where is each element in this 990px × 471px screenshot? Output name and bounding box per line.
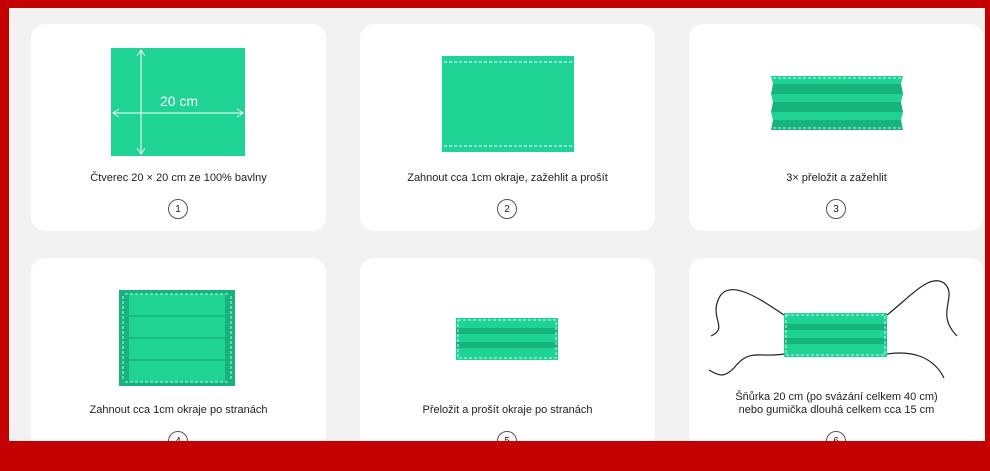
step-caption: Šňůrka 20 cm (po svázání celkem 40 cm) bbox=[735, 391, 938, 403]
step-number-badge: 5 bbox=[497, 431, 517, 441]
step-number-badge: 1 bbox=[168, 199, 188, 219]
folded-stitched-illustration bbox=[456, 318, 558, 360]
step-card-2: Zahnout cca 1cm okraje, zažehlit a proší… bbox=[360, 24, 655, 231]
step-card-4: Zahnout cca 1cm okraje po stranách 4 bbox=[31, 258, 326, 441]
step-caption: Zahnout cca 1cm okraje po stranách bbox=[89, 404, 268, 416]
step-card-6: Šňůrka 20 cm (po svázání celkem 40 cm) n… bbox=[689, 258, 984, 441]
step-card-3: 3× přeložit a zažehlit 3 bbox=[689, 24, 984, 231]
dimension-label: 20 cm bbox=[160, 93, 198, 109]
step-card-5: Přeložit a prošít okraje po stranách 5 bbox=[360, 258, 655, 441]
finished-mask-illustration bbox=[708, 280, 958, 379]
hemmed-fabric-illustration bbox=[442, 56, 574, 152]
step-caption: Zahnout cca 1cm okraje, zažehlit a proší… bbox=[407, 172, 608, 184]
step-card-1: 20 cm Čtverec 20 × 20 cm ze 100% bavlny … bbox=[31, 24, 326, 231]
pleated-fabric-illustration bbox=[771, 76, 903, 130]
step-number-badge: 3 bbox=[826, 199, 846, 219]
step-number-badge: 4 bbox=[168, 431, 188, 441]
instructions-panel: 20 cm Čtverec 20 × 20 cm ze 100% bavlny … bbox=[9, 8, 985, 441]
step-number-badge: 2 bbox=[497, 199, 517, 219]
step-caption: 3× přeložit a zažehlit bbox=[786, 172, 887, 184]
step-number-badge: 6 bbox=[826, 431, 846, 441]
step-caption: Čtverec 20 × 20 cm ze 100% bavlny bbox=[90, 172, 267, 184]
step-caption-line-2: nebo gumička dlouhá celkem cca 15 cm bbox=[738, 404, 935, 416]
side-hemmed-illustration bbox=[119, 290, 235, 386]
square-fabric-illustration: 20 cm bbox=[111, 48, 245, 156]
step-caption: Přeložit a prošít okraje po stranách bbox=[422, 404, 593, 416]
